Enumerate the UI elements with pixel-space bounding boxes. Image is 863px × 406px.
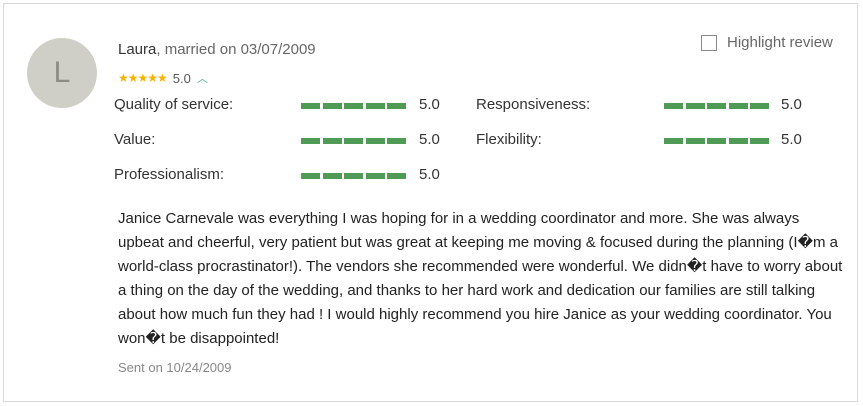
metric-bar-flexibility [664, 138, 769, 144]
bar-segment [728, 103, 748, 109]
metric-label-responsiveness: Responsiveness: [476, 96, 591, 113]
overall-rating: ★★★★★ 5.0 ︿ [118, 70, 208, 86]
reviewer-name: Laura [118, 41, 157, 58]
metric-score-professionalism: 5.0 [419, 166, 440, 183]
star-rating-icon: ★★★★★ [118, 71, 168, 85]
bar-segment [344, 173, 363, 179]
bar-segment [664, 103, 683, 109]
avatar: L [27, 38, 97, 108]
bar-segment [685, 138, 705, 144]
metric-score-responsiveness: 5.0 [781, 96, 802, 113]
reviewer-header: Laura, married on 03/07/2009 [118, 41, 316, 58]
bar-segment [301, 103, 320, 109]
bar-segment [664, 138, 683, 144]
bar-segment [322, 103, 342, 109]
bar-segment [387, 103, 406, 109]
bar-segment [707, 103, 726, 109]
bar-segment [344, 103, 363, 109]
metric-label-flexibility: Flexibility: [476, 131, 542, 148]
metric-score-flexibility: 5.0 [781, 131, 802, 148]
overall-score: 5.0 [172, 70, 191, 86]
bar-segment [344, 138, 363, 144]
bar-segment [387, 138, 406, 144]
metric-label-value: Value: [114, 131, 156, 148]
bar-segment [750, 103, 769, 109]
sent-date: Sent on 10/24/2009 [118, 360, 232, 375]
metric-score-value: 5.0 [419, 131, 440, 148]
bar-segment [750, 138, 769, 144]
bar-segment [301, 173, 320, 179]
review-text: Janice Carnevale was everything I was ho… [118, 210, 843, 347]
metric-label-quality: Quality of service: [114, 96, 234, 113]
bar-segment [685, 103, 705, 109]
highlight-review[interactable]: Highlight review [701, 34, 833, 51]
chevron-up-icon[interactable]: ︿ [197, 70, 208, 86]
bar-segment [365, 103, 385, 109]
bar-segment [322, 138, 342, 144]
avatar-initial: L [53, 56, 71, 89]
bar-segment [322, 173, 342, 179]
metric-label-professionalism: Professionalism: [114, 166, 225, 183]
bar-segment [301, 138, 320, 144]
review-card: L Laura, married on 03/07/2009 ★★★★★ 5.0… [3, 3, 858, 402]
bar-segment [707, 138, 726, 144]
bar-segment [728, 138, 748, 144]
highlight-checkbox[interactable] [701, 34, 717, 51]
metric-bar-value [301, 138, 406, 144]
metric-bar-responsiveness [664, 103, 769, 109]
highlight-label: Highlight review [727, 34, 833, 51]
metric-bar-quality [301, 103, 406, 109]
bar-segment [365, 173, 385, 179]
metric-score-quality: 5.0 [419, 96, 440, 113]
metric-bar-professionalism [301, 173, 406, 179]
bar-segment [365, 138, 385, 144]
bar-segment [387, 173, 406, 179]
reviewer-meta: , married on 03/07/2009 [156, 41, 316, 58]
